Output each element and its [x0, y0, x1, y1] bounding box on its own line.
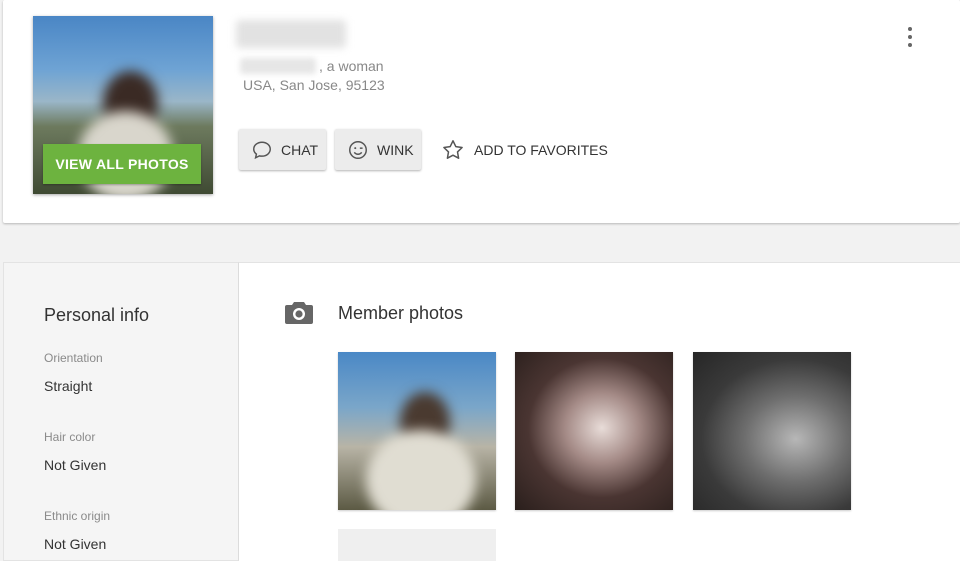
profile-card: VIEW ALL PHOTOS , a woman USA, San Jose,… [3, 0, 960, 223]
member-photo-thumbnail[interactable] [693, 352, 851, 510]
wink-button-label: WINK [377, 141, 414, 158]
more-vertical-icon-dot [908, 43, 912, 47]
wink-button[interactable]: WINK [335, 129, 421, 170]
hair-color-label: Hair color [44, 430, 96, 444]
member-photos-title: Member photos [338, 303, 464, 323]
member-photo-thumbnail[interactable] [338, 352, 496, 510]
camera-icon [284, 300, 314, 326]
profile-main-photo[interactable]: VIEW ALL PHOTOS [33, 16, 213, 194]
member-photo-thumbnail[interactable] [515, 352, 673, 510]
add-to-favorites-label: ADD TO FAVORITES [474, 142, 608, 158]
more-options-menu[interactable] [903, 24, 917, 50]
profile-age-redacted [240, 58, 316, 74]
ethnic-origin-label: Ethnic origin [44, 509, 111, 523]
chat-button[interactable]: CHAT [239, 129, 326, 170]
ethnic-origin-value: Not Given [44, 536, 107, 552]
orientation-value: Straight [44, 378, 93, 394]
member-photos-panel: Member photos [239, 262, 960, 561]
thumb-subject-body [366, 430, 476, 510]
personal-info-sidebar: Personal info Orientation Straight Hair … [3, 262, 239, 561]
chat-bubble-icon [251, 139, 273, 161]
wink-smiley-icon [347, 139, 369, 161]
more-vertical-icon-dot [908, 35, 912, 39]
profile-gender: , a woman [319, 58, 384, 74]
star-outline-icon [441, 138, 465, 162]
add-to-favorites-button[interactable]: ADD TO FAVORITES [441, 138, 608, 162]
orientation-label: Orientation [44, 351, 103, 365]
view-all-photos-button[interactable]: VIEW ALL PHOTOS [43, 144, 201, 184]
profile-name-redacted [236, 20, 346, 48]
profile-location: USA, San Jose, 95123 [243, 77, 385, 93]
chat-button-label: CHAT [281, 141, 319, 158]
personal-info-title: Personal info [44, 305, 150, 325]
more-vertical-icon [908, 27, 912, 31]
member-photo-placeholder [338, 529, 496, 561]
hair-color-value: Not Given [44, 457, 107, 473]
